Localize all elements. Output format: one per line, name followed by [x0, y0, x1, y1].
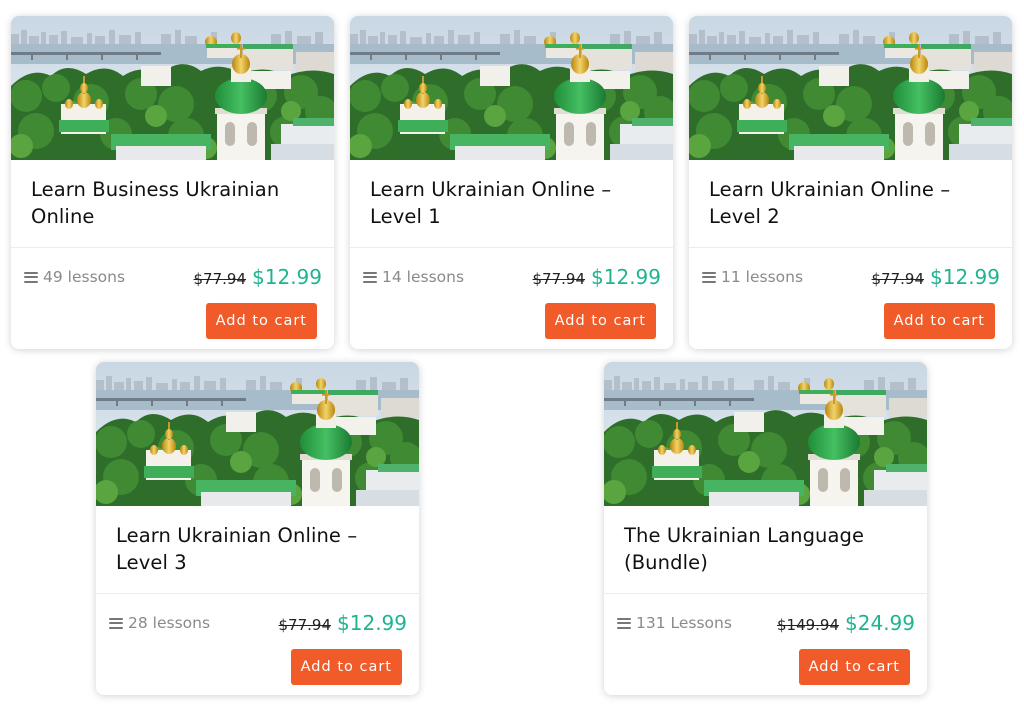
- lesson-count-text: 49 lessons: [43, 268, 126, 286]
- add-to-cart-button[interactable]: Add to cart: [883, 303, 995, 339]
- course-card[interactable]: Learn Ukrainian Online – Level 1 14 less…: [350, 16, 673, 349]
- menu-lines-icon: [702, 271, 716, 283]
- price-group: $77.94 $12.99: [533, 265, 661, 289]
- lesson-count: 49 lessons: [24, 268, 125, 286]
- lesson-count-text: 11 lessons: [721, 268, 804, 286]
- sale-price: $12.99: [337, 611, 407, 635]
- course-card[interactable]: Learn Ukrainian Online – Level 2 11 less…: [689, 16, 1012, 349]
- add-to-cart-button[interactable]: Add to cart: [290, 649, 402, 685]
- add-to-cart-button[interactable]: Add to cart: [205, 303, 317, 339]
- original-price: $77.94: [532, 270, 586, 288]
- lesson-count-text: 28 lessons: [128, 614, 211, 632]
- sale-price: $24.99: [845, 611, 915, 635]
- course-thumbnail[interactable]: [350, 16, 673, 160]
- course-card[interactable]: Learn Business Ukrainian Online 49 lesso…: [11, 16, 334, 349]
- price-group: $77.94 $12.99: [279, 611, 407, 635]
- divider: [689, 247, 1012, 248]
- lesson-count: 131 Lessons: [617, 614, 732, 632]
- course-thumbnail[interactable]: [96, 362, 419, 506]
- course-card[interactable]: Learn Ukrainian Online – Level 3 28 less…: [96, 362, 419, 695]
- menu-lines-icon: [109, 617, 123, 629]
- original-price: $77.94: [278, 616, 332, 634]
- sale-price: $12.99: [930, 265, 1000, 289]
- original-price: $77.94: [871, 270, 925, 288]
- price-group: $149.94 $24.99: [777, 611, 915, 635]
- divider: [96, 593, 419, 594]
- course-thumbnail[interactable]: [689, 16, 1012, 160]
- course-title[interactable]: The Ukrainian Language (Bundle): [624, 522, 914, 576]
- menu-lines-icon: [363, 271, 377, 283]
- course-title[interactable]: Learn Ukrainian Online – Level 2: [709, 176, 999, 230]
- sale-price: $12.99: [591, 265, 661, 289]
- course-title[interactable]: Learn Business Ukrainian Online: [31, 176, 321, 230]
- course-title[interactable]: Learn Ukrainian Online – Level 1: [370, 176, 660, 230]
- lesson-count: 28 lessons: [109, 614, 210, 632]
- course-thumbnail[interactable]: [11, 16, 334, 160]
- original-price: $77.94: [193, 270, 247, 288]
- price-group: $77.94 $12.99: [194, 265, 322, 289]
- menu-lines-icon: [24, 271, 38, 283]
- course-card[interactable]: The Ukrainian Language (Bundle) 131 Less…: [604, 362, 927, 695]
- original-price: $149.94: [776, 616, 840, 634]
- divider: [11, 247, 334, 248]
- course-title[interactable]: Learn Ukrainian Online – Level 3: [116, 522, 406, 576]
- add-to-cart-button[interactable]: Add to cart: [798, 649, 910, 685]
- price-group: $77.94 $12.99: [872, 265, 1000, 289]
- lesson-count: 11 lessons: [702, 268, 803, 286]
- add-to-cart-button[interactable]: Add to cart: [544, 303, 656, 339]
- lesson-count: 14 lessons: [363, 268, 464, 286]
- menu-lines-icon: [617, 617, 631, 629]
- lesson-count-text: 14 lessons: [382, 268, 465, 286]
- sale-price: $12.99: [252, 265, 322, 289]
- divider: [350, 247, 673, 248]
- course-thumbnail[interactable]: [604, 362, 927, 506]
- divider: [604, 593, 927, 594]
- lesson-count-text: 131 Lessons: [636, 614, 732, 632]
